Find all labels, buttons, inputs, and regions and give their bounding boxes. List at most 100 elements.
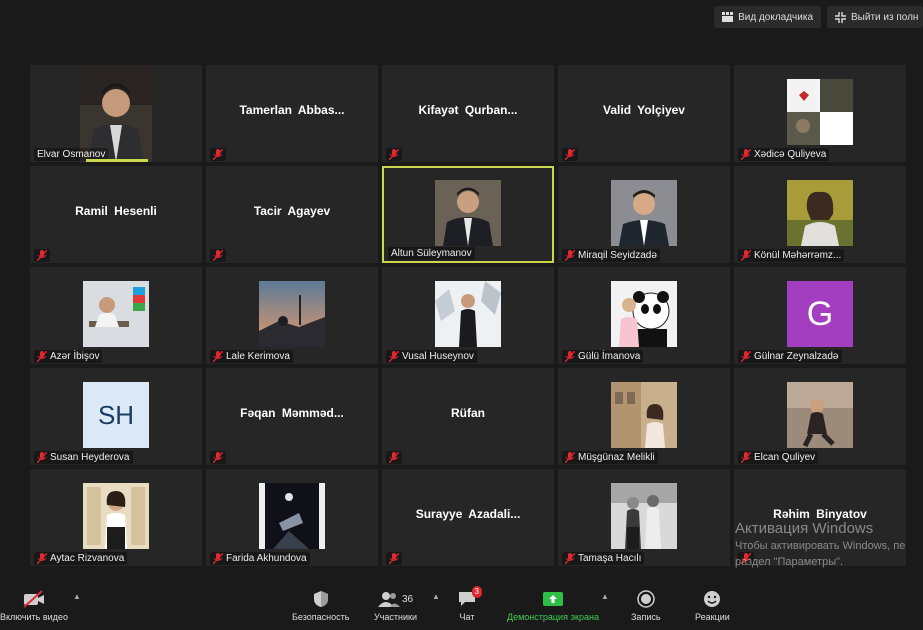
mic-muted-icon xyxy=(741,351,751,362)
speaker-view-button[interactable]: Вид докладчика xyxy=(714,6,821,28)
participant-tile[interactable]: Ramil Hesenli xyxy=(30,166,202,263)
participant-name: Susan Heyderova xyxy=(50,452,130,463)
speaking-indicator xyxy=(86,159,148,162)
share-screen-label: Демонстрация экрана xyxy=(507,612,599,622)
shield-icon xyxy=(313,591,328,607)
share-options-chevron-icon[interactable]: ▲ xyxy=(601,592,609,601)
meeting-toolbar: Включить видео ▲ Безопасность 36 Участни… xyxy=(0,584,923,630)
participant-name: Farida Akhundova xyxy=(226,553,307,564)
participant-label xyxy=(210,249,226,262)
participant-tile[interactable]: Rüfan xyxy=(382,368,554,465)
participant-label: Miraqil Seyidzadə xyxy=(562,249,660,262)
avatar-letter: SH xyxy=(97,399,135,430)
mic-muted-icon xyxy=(741,452,751,463)
video-toggle-button[interactable]: Включить видео xyxy=(0,588,68,622)
mic-muted-icon xyxy=(565,351,575,362)
participant-photo xyxy=(611,483,677,549)
participant-tile[interactable]: Tacir Agayev xyxy=(206,166,378,263)
participant-label xyxy=(386,451,402,464)
participant-label: Vusal Huseynov xyxy=(386,350,477,363)
participant-tile[interactable]: Azər İbişov xyxy=(30,267,202,364)
participant-tile[interactable]: Tamaşa Hacılı xyxy=(558,469,730,566)
reactions-label: Реакции xyxy=(695,612,730,622)
participant-name: Azər İbişov xyxy=(50,351,100,362)
participant-name: Elcan Quliyev xyxy=(754,452,816,463)
share-screen-icon xyxy=(542,592,563,606)
mic-muted-icon xyxy=(213,553,223,564)
participant-tile[interactable]: Tamerlan Abbas... xyxy=(206,65,378,162)
participants-count: 36 xyxy=(401,593,414,605)
record-icon xyxy=(637,590,655,608)
participant-tile[interactable]: Xədicə Quliyeva xyxy=(734,65,906,162)
participant-tile[interactable]: G Gülnar Zeynalzadə xyxy=(734,267,906,364)
participant-tile[interactable]: Lale Kerimova xyxy=(206,267,378,364)
reactions-button[interactable]: Реакции xyxy=(695,588,730,622)
participant-tile[interactable]: Fəqan Məmməd... xyxy=(206,368,378,465)
video-options-chevron-icon[interactable]: ▲ xyxy=(73,592,81,601)
share-screen-button[interactable]: Демонстрация экрана xyxy=(507,588,599,622)
security-label: Безопасность xyxy=(292,612,350,622)
participants-options-chevron-icon[interactable]: ▲ xyxy=(432,592,440,601)
participant-label: Azər İbişov xyxy=(34,350,103,363)
participant-name: Altun Süleymanov xyxy=(391,248,472,259)
participant-label xyxy=(34,249,50,262)
activation-title: Активация Windows xyxy=(735,520,874,537)
participant-label: Gülnar Zeynalzadə xyxy=(738,350,842,363)
participant-name: Lale Kerimova xyxy=(226,351,290,362)
record-label: Запись xyxy=(631,612,661,622)
exit-fullscreen-button[interactable]: Выйти из полн xyxy=(827,6,923,28)
participants-button[interactable]: 36 Участники xyxy=(374,588,417,622)
chat-button[interactable]: 3 Чат xyxy=(458,586,482,622)
participant-tile[interactable]: Valid Yolçiyev xyxy=(558,65,730,162)
participant-center-name: Surayye Azadali... xyxy=(415,507,521,521)
mic-muted-icon xyxy=(389,351,399,362)
participant-name: Gülnar Zeynalzadə xyxy=(754,351,839,362)
participant-photo xyxy=(435,281,501,347)
participant-grid: Elvar Osmanov Tamerlan Abbas... Kifayət … xyxy=(30,65,923,566)
participant-photo xyxy=(83,281,149,347)
participant-photo xyxy=(435,180,501,246)
participant-name: Gülü İmanova xyxy=(578,351,641,362)
participant-center-name: Ramil Hesenli xyxy=(75,204,157,218)
mic-muted-icon xyxy=(213,250,223,261)
participant-tile-active-speaker[interactable]: Altun Süleymanov xyxy=(382,166,554,263)
participant-tile[interactable]: Gülü İmanova xyxy=(558,267,730,364)
mic-muted-icon xyxy=(37,452,47,463)
exit-fullscreen-icon xyxy=(835,11,846,23)
security-button[interactable]: Безопасность xyxy=(292,588,349,622)
participant-label: Xədicə Quliyeva xyxy=(738,148,830,161)
record-button[interactable]: Запись xyxy=(631,588,661,622)
participant-photo xyxy=(787,382,853,448)
participants-label: Участники xyxy=(374,612,417,622)
participant-tile[interactable]: Könül Məhərrəmz... xyxy=(734,166,906,263)
chat-unread-badge: 3 xyxy=(471,586,482,598)
participant-label: Gülü İmanova xyxy=(562,350,644,363)
mic-muted-icon xyxy=(565,452,575,463)
participant-center-name: Valid Yolçiyev xyxy=(603,103,685,117)
mic-muted-icon xyxy=(213,351,223,362)
participant-name: Tamaşa Hacılı xyxy=(578,553,642,564)
participant-tile[interactable]: Elvar Osmanov xyxy=(30,65,202,162)
participant-photo xyxy=(259,483,325,549)
participant-tile[interactable]: Elcan Quliyev xyxy=(734,368,906,465)
participant-name: Aytac Rizvanova xyxy=(50,553,125,564)
mic-muted-icon xyxy=(565,149,575,160)
video-off-icon xyxy=(23,590,44,608)
activation-line-2: раздел "Параметры". xyxy=(735,556,844,568)
participant-tile[interactable]: Müşgünaz Melikli xyxy=(558,368,730,465)
participant-tile[interactable]: Vusal Huseynov xyxy=(382,267,554,364)
participant-tile[interactable]: Miraqil Seyidzadə xyxy=(558,166,730,263)
participant-label xyxy=(210,451,226,464)
avatar-letter: G xyxy=(806,294,834,333)
participant-name: Miraqil Seyidzadə xyxy=(578,250,657,261)
participant-tile[interactable]: Farida Akhundova xyxy=(206,469,378,566)
participant-photo xyxy=(611,180,677,246)
video-toggle-label: Включить видео xyxy=(0,612,68,622)
participant-tile[interactable]: Aytac Rizvanova xyxy=(30,469,202,566)
participant-tile[interactable]: SH Susan Heyderova xyxy=(30,368,202,465)
windows-activation-watermark: Активация Windows Чтобы активировать Win… xyxy=(735,520,905,569)
participant-label xyxy=(562,148,578,161)
participant-tile[interactable]: Surayye Azadali... xyxy=(382,469,554,566)
participant-label: Farida Akhundova xyxy=(210,552,310,565)
participant-tile[interactable]: Kifayət Qurban... xyxy=(382,65,554,162)
